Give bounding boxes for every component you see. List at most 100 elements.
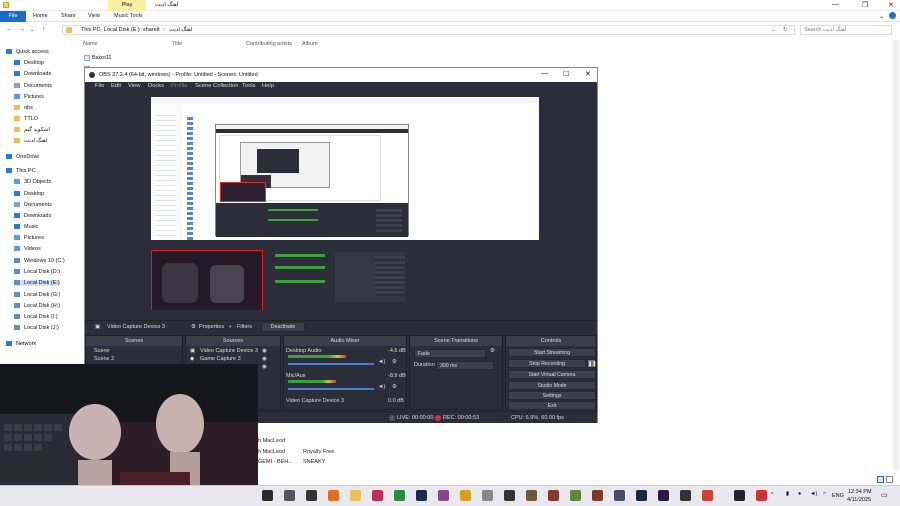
sidebar-item[interactable]: Local Disk (E:)	[14, 280, 60, 286]
premiere-icon[interactable]	[658, 490, 669, 501]
sidebar-item[interactable]: Pictures	[14, 94, 44, 100]
language-indicator[interactable]: ENG	[832, 493, 844, 499]
tab-share[interactable]: Share	[61, 13, 76, 19]
start-streaming-button[interactable]: Start Streaming	[508, 348, 596, 357]
gear-icon[interactable]: ⚙	[392, 384, 397, 390]
sidebar-item[interactable]: Local Disk (J:)	[14, 325, 59, 331]
source-item[interactable]: Video Capture Device 3	[200, 348, 258, 354]
settings-button[interactable]: Settings	[508, 391, 596, 400]
up-icon[interactable]: ↑	[42, 26, 46, 33]
app-icon[interactable]	[548, 490, 559, 501]
studio-mode-button[interactable]: Studio Mode	[508, 381, 596, 390]
sidebar-item[interactable]: obs	[14, 105, 33, 111]
maximize-icon[interactable]: ☐	[563, 70, 569, 78]
chevron-up-icon[interactable]: ^	[771, 492, 774, 498]
details-view-icon[interactable]	[877, 476, 884, 483]
column-name[interactable]: Name	[83, 41, 98, 47]
app-icon[interactable]	[570, 490, 581, 501]
mail-icon[interactable]	[306, 490, 317, 501]
sidebar-item[interactable]: This PC	[6, 168, 36, 174]
start-virtual-camera-button[interactable]: Start Virtual Camera	[508, 370, 596, 379]
sidebar-item[interactable]: Documents	[14, 83, 52, 89]
app-icon[interactable]	[756, 490, 767, 501]
menu-tools[interactable]: Tools	[242, 83, 256, 89]
forward-icon[interactable]: →	[18, 26, 25, 33]
menu-docks[interactable]: Docks	[148, 83, 164, 89]
sidebar-item[interactable]: Local Disk (H:)	[14, 303, 60, 309]
scrollbar[interactable]	[893, 40, 899, 470]
sidebar-item[interactable]: OneDrive	[6, 154, 39, 160]
tab-music-tools[interactable]: Music Tools	[114, 13, 143, 19]
sidebar-item[interactable]: اسکوید گیم	[14, 127, 50, 133]
speaker-icon[interactable]: ◄)	[378, 359, 385, 365]
sidebar-item[interactable]: TTLO	[14, 116, 38, 122]
tab-home[interactable]: Home	[33, 13, 48, 19]
photoshop-icon[interactable]	[416, 490, 427, 501]
obs-icon[interactable]	[734, 490, 745, 501]
sidebar-item[interactable]: Documents	[14, 202, 52, 208]
tab-view[interactable]: View	[88, 13, 100, 19]
transition-select[interactable]: Fade	[414, 349, 486, 358]
clock-time[interactable]: 12:34 PM	[848, 489, 872, 495]
app-icon[interactable]	[680, 490, 691, 501]
gear-icon[interactable]: ⚙	[490, 348, 495, 354]
scene-item[interactable]: Scene 2	[94, 356, 114, 362]
column-title[interactable]: Title	[172, 41, 182, 47]
pause-icon[interactable]: ❚❚	[587, 359, 597, 368]
sidebar-item[interactable]: Desktop	[14, 191, 44, 197]
maximize-icon[interactable]: ❐	[862, 1, 868, 9]
sidebar-item[interactable]: Music	[14, 224, 38, 230]
menu-scene-collection[interactable]: Scene Collection	[195, 83, 239, 89]
sidebar-item[interactable]: Downloads	[14, 71, 51, 77]
filters-button[interactable]: Filters	[237, 324, 252, 330]
menu-help[interactable]: Help	[262, 83, 274, 89]
app-icon[interactable]	[592, 490, 603, 501]
notification-icon[interactable]: ▭	[881, 491, 888, 499]
sidebar-item[interactable]: Pictures	[14, 235, 44, 241]
volume-slider[interactable]	[288, 363, 374, 365]
app-icon[interactable]	[372, 490, 383, 501]
scene-item[interactable]: Scene	[94, 348, 110, 354]
app-icon[interactable]	[614, 490, 625, 501]
breadcrumb-this-pc[interactable]: This PC	[81, 27, 101, 33]
menu-view[interactable]: View	[128, 83, 140, 89]
app-icon[interactable]	[526, 490, 537, 501]
volume-icon[interactable]: ◄)	[810, 491, 817, 497]
sidebar-item[interactable]: 3D Objects	[14, 179, 51, 185]
gear-icon[interactable]: ⚙	[392, 359, 397, 365]
chevron-down-icon[interactable]: ⌄	[771, 27, 776, 33]
sidebar-item[interactable]: Local Disk (D:)	[14, 269, 60, 275]
edge-icon[interactable]	[328, 490, 339, 501]
sidebar-item[interactable]: Windows 10 (C:)	[14, 258, 65, 264]
sidebar-item[interactable]: Quick access	[6, 49, 49, 55]
help-icon[interactable]	[889, 12, 896, 19]
column-artists[interactable]: Contributing artists	[246, 41, 292, 47]
column-album[interactable]: Album	[302, 41, 318, 47]
app-icon[interactable]	[438, 490, 449, 501]
menu-profile[interactable]: Profile	[171, 83, 187, 89]
eye-icon[interactable]: ◉	[262, 356, 267, 362]
folder-icon[interactable]	[350, 490, 361, 501]
sidebar-item[interactable]: Network	[6, 341, 36, 347]
search-input[interactable]: Search اهنگ ادیت	[800, 25, 892, 35]
duration-input[interactable]: 300 ms	[436, 361, 494, 370]
app-icon[interactable]	[702, 490, 713, 501]
large-icons-view-icon[interactable]	[886, 476, 893, 483]
deactivate-button[interactable]: Deactivate	[261, 322, 305, 332]
eye-icon[interactable]: ◉	[262, 364, 267, 370]
chevron-down-icon[interactable]: ⌄	[30, 27, 34, 33]
tab-file[interactable]: File	[0, 11, 26, 22]
menu-edit[interactable]: Edit	[111, 83, 121, 89]
refresh-icon[interactable]: ↻	[783, 27, 788, 33]
breadcrumb-shareit[interactable]: shareit	[143, 27, 160, 33]
sidebar-item[interactable]: Downloads	[14, 213, 51, 219]
sidebar-item[interactable]: Desktop	[14, 60, 44, 66]
network-icon[interactable]: ▮	[786, 491, 789, 497]
file-name[interactable]: Baixo11	[92, 55, 111, 61]
wifi-icon[interactable]: ⌔	[822, 491, 827, 498]
minimize-icon[interactable]: —	[832, 1, 839, 8]
speaker-icon[interactable]: ◄)	[378, 384, 385, 390]
source-item[interactable]: Game Capture 3	[200, 356, 241, 362]
app-icon[interactable]	[504, 490, 515, 501]
sidebar-item[interactable]: Local Disk (I:)	[14, 314, 58, 320]
